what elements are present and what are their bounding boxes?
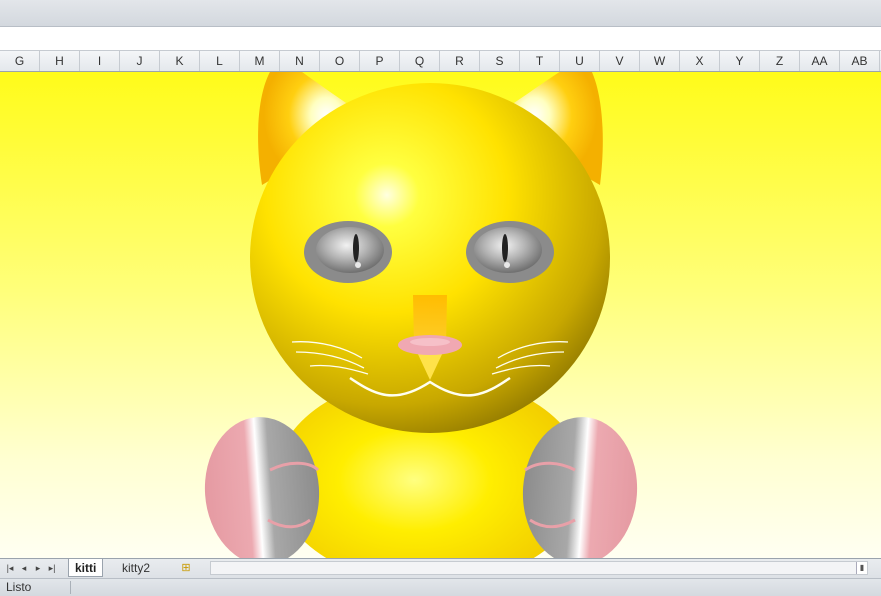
- column-header-u[interactable]: U: [560, 51, 600, 71]
- column-header-k[interactable]: K: [160, 51, 200, 71]
- column-header-z[interactable]: Z: [760, 51, 800, 71]
- column-header-l[interactable]: L: [200, 51, 240, 71]
- insert-sheet-icon[interactable]: ⊞: [172, 560, 200, 576]
- status-text: Listo: [6, 580, 32, 594]
- horizontal-scrollbar[interactable]: ▮: [210, 561, 868, 575]
- cat-eye-right: [466, 221, 554, 283]
- column-header-i[interactable]: I: [80, 51, 120, 71]
- kitty-drawing[interactable]: [0, 72, 881, 558]
- column-header-row: G H I J K L M N O P Q R S T U V W X Y Z AA AB: [0, 51, 881, 72]
- column-header-j[interactable]: J: [120, 51, 160, 71]
- status-bar: Listo: [0, 578, 881, 596]
- sheet-tab-kitty2[interactable]: kitty2: [116, 559, 156, 577]
- status-separator: [70, 581, 71, 594]
- cat-head: [250, 83, 610, 433]
- column-header-o[interactable]: O: [320, 51, 360, 71]
- column-header-r[interactable]: R: [440, 51, 480, 71]
- last-sheet-icon[interactable]: ▸|: [46, 561, 58, 575]
- column-header-n[interactable]: N: [280, 51, 320, 71]
- column-header-p[interactable]: P: [360, 51, 400, 71]
- column-header-aa[interactable]: AA: [800, 51, 840, 71]
- column-header-ab[interactable]: AB: [840, 51, 880, 71]
- sheet-tab-bar: |◂ ◂ ▸ ▸| kitti kitty2 ⊞ ▮: [0, 558, 881, 578]
- column-header-x[interactable]: X: [680, 51, 720, 71]
- column-header-m[interactable]: M: [240, 51, 280, 71]
- next-sheet-icon[interactable]: ▸: [32, 561, 44, 575]
- column-header-t[interactable]: T: [520, 51, 560, 71]
- column-header-w[interactable]: W: [640, 51, 680, 71]
- scroll-thumb[interactable]: ▮: [856, 562, 867, 574]
- first-sheet-icon[interactable]: |◂: [4, 561, 16, 575]
- worksheet-grid[interactable]: [0, 72, 881, 558]
- ribbon-area: [0, 0, 881, 27]
- column-header-q[interactable]: Q: [400, 51, 440, 71]
- formula-bar[interactable]: [0, 27, 881, 51]
- prev-sheet-icon[interactable]: ◂: [18, 561, 30, 575]
- cat-eye-left: [304, 221, 392, 283]
- column-header-s[interactable]: S: [480, 51, 520, 71]
- sheet-tab-kitti[interactable]: kitti: [68, 559, 104, 577]
- column-header-v[interactable]: V: [600, 51, 640, 71]
- column-header-y[interactable]: Y: [720, 51, 760, 71]
- column-header-h[interactable]: H: [40, 51, 80, 71]
- column-header-g[interactable]: G: [0, 51, 40, 71]
